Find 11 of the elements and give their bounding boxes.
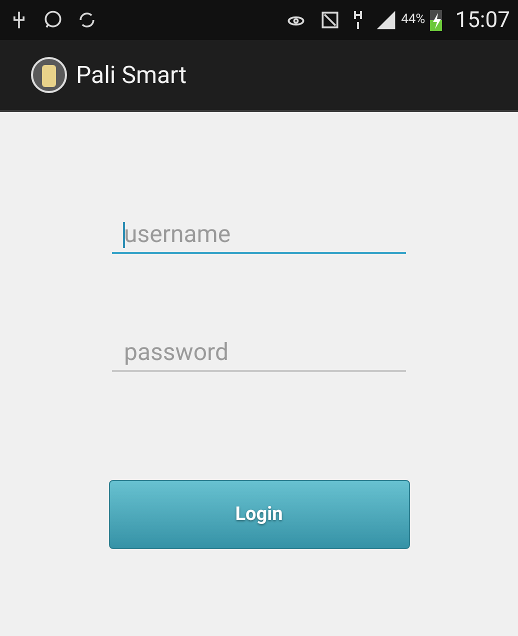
login-button[interactable]: Login [108,480,410,549]
input-field[interactable]: username [112,210,406,254]
battery-charging-icon [429,8,444,32]
battery-percent: 44% [401,11,426,30]
clock-time: 15:07 [455,6,510,34]
text-cursor [123,222,125,248]
network-type-icon [353,10,364,30]
signal-icon [375,9,398,31]
app-title: Pali Smart [76,60,187,91]
app-logo-icon [30,56,68,94]
input-field[interactable]: password [112,328,406,372]
